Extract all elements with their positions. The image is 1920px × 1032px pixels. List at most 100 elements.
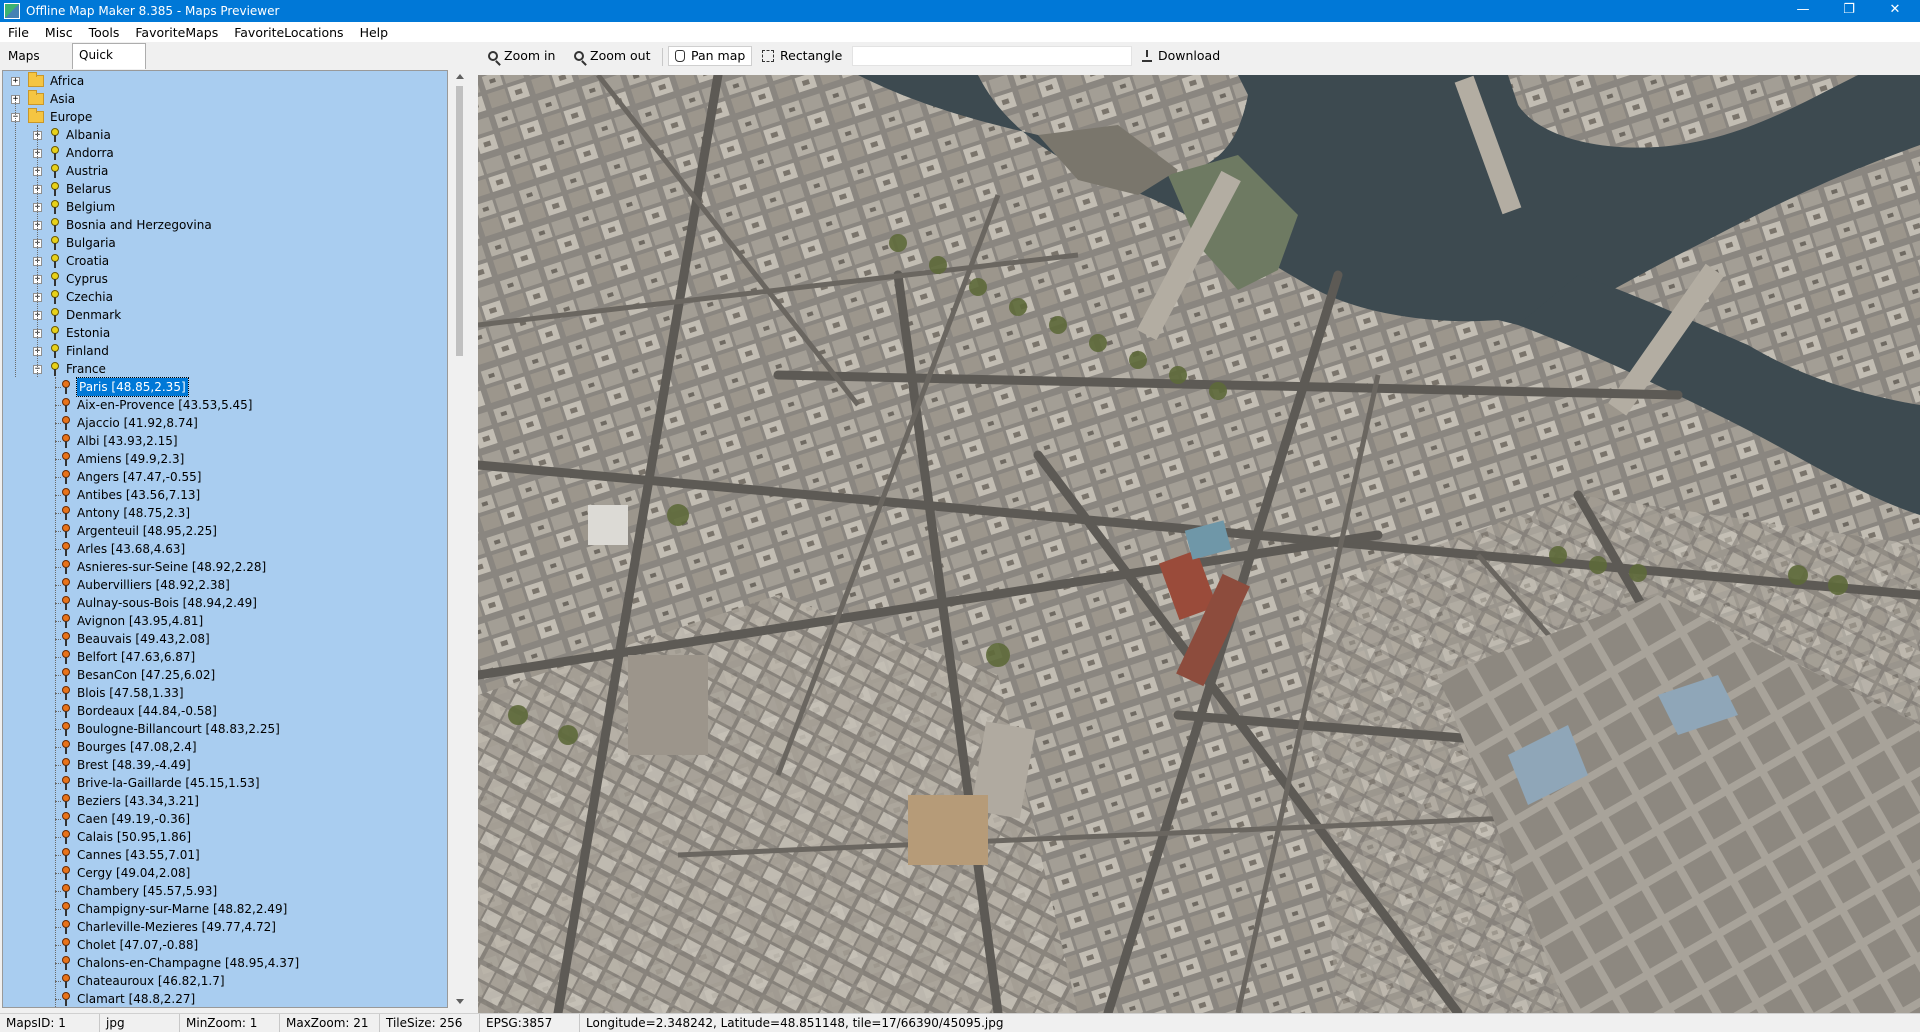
- tree-row[interactable]: + Andorra: [33, 144, 114, 162]
- panel-splitter[interactable]: [470, 43, 478, 1013]
- tree-row[interactable]: Arles [43.68,4.63]: [61, 540, 185, 558]
- tree-row[interactable]: Avignon [43.95,4.81]: [61, 612, 203, 630]
- tree-item-label: Champigny-sur-Marne [48.82,2.49]: [77, 902, 288, 916]
- scroll-up-arrow-icon[interactable]: [456, 74, 464, 79]
- tree-row[interactable]: Blois [47.58,1.33]: [61, 684, 184, 702]
- tree-row[interactable]: Paris [48.85,2.35]: [61, 377, 189, 397]
- tree-item-label: Aulnay-sous-Bois [48.94,2.49]: [77, 596, 257, 610]
- tree-row[interactable]: Beauvais [49.43,2.08]: [61, 630, 210, 648]
- location-pin-icon: [61, 704, 71, 718]
- download-button[interactable]: Download: [1142, 46, 1220, 66]
- location-pin-icon: [61, 506, 71, 520]
- tree-expander-icon[interactable]: +: [11, 76, 20, 86]
- tree-item-label: Albi [43.93,2.15]: [77, 434, 178, 448]
- menu-favorite-locations[interactable]: FavoriteLocations: [226, 25, 351, 40]
- tree-row[interactable]: + Bulgaria: [33, 234, 116, 252]
- tree-row[interactable]: Chambery [45.57,5.93]: [61, 882, 217, 900]
- tree-row[interactable]: Antibes [43.56,7.13]: [61, 486, 200, 504]
- location-pin-icon: [50, 308, 60, 322]
- rectangle-button[interactable]: Rectangle: [762, 46, 842, 66]
- tree-row[interactable]: Champigny-sur-Marne [48.82,2.49]: [61, 900, 287, 918]
- tree-row[interactable]: + Estonia: [33, 324, 110, 342]
- tree-row[interactable]: + Belarus: [33, 180, 111, 198]
- tree-row[interactable]: Cergy [49.04,2.08]: [61, 864, 190, 882]
- tree-row[interactable]: + Czechia: [33, 288, 113, 306]
- tree-row[interactable]: Beziers [43.34,3.21]: [61, 792, 199, 810]
- tab-maps-tree[interactable]: Maps tree: [2, 45, 72, 85]
- tree-item-label: Clamart [48.8,2.27]: [77, 992, 196, 1006]
- tree-row[interactable]: Chalons-en-Champagne [48.95,4.37]: [61, 954, 299, 972]
- location-pin-icon: [61, 812, 71, 826]
- tree-row[interactable]: Argenteuil [48.95,2.25]: [61, 522, 217, 540]
- menu-favorite-maps[interactable]: FavoriteMaps: [127, 25, 226, 40]
- maximize-button[interactable]: ❐: [1826, 0, 1872, 22]
- tree-row[interactable]: Boulogne-Billancourt [48.83,2.25]: [61, 720, 280, 738]
- location-pin-icon: [61, 578, 71, 592]
- tree-row[interactable]: Albi [43.93,2.15]: [61, 432, 178, 450]
- tree-row[interactable]: − France: [33, 360, 106, 378]
- maps-tree-view[interactable]: + Africa + Asia − Europe + Albania + Andorra + Aust…: [2, 70, 448, 1008]
- scrollbar-thumb[interactable]: [456, 86, 463, 356]
- location-pin-icon: [61, 524, 71, 538]
- zoom-in-button[interactable]: Zoom in: [488, 46, 555, 66]
- tab-quick-goto[interactable]: Quick goto: [72, 43, 146, 84]
- tree-row[interactable]: + Cyprus: [33, 270, 108, 288]
- location-pin-icon: [61, 758, 71, 772]
- selected-tree-item[interactable]: Paris [48.85,2.35]: [76, 377, 189, 397]
- tree-row[interactable]: + Croatia: [33, 252, 109, 270]
- tree-row[interactable]: Aubervilliers [48.92,2.38]: [61, 576, 230, 594]
- location-pin-icon: [50, 362, 60, 376]
- location-pin-icon: [61, 632, 71, 646]
- satellite-map-image[interactable]: [478, 75, 1920, 1013]
- tree-row[interactable]: + Albania: [33, 126, 111, 144]
- scroll-down-arrow-icon[interactable]: [456, 999, 464, 1004]
- pan-map-button[interactable]: Pan map: [668, 46, 753, 66]
- tree-row[interactable]: + Austria: [33, 162, 108, 180]
- tree-row[interactable]: + Belgium: [33, 198, 115, 216]
- tree-row[interactable]: Ajaccio [41.92,8.74]: [61, 414, 198, 432]
- tree-guide-line: [37, 125, 38, 377]
- tree-row[interactable]: − Europe: [11, 108, 92, 126]
- tree-row[interactable]: Aulnay-sous-Bois [48.94,2.49]: [61, 594, 257, 612]
- tree-row[interactable]: Calais [50.95,1.86]: [61, 828, 191, 846]
- tree-row[interactable]: Antony [48.75,2.3]: [61, 504, 190, 522]
- satellite-map-view[interactable]: [478, 75, 1920, 1013]
- tree-row[interactable]: + Bosnia and Herzegovina: [33, 216, 212, 234]
- menu-misc[interactable]: Misc: [37, 25, 81, 40]
- tree-row[interactable]: Cholet [47.07,-0.88]: [61, 936, 198, 954]
- menu-tools[interactable]: Tools: [81, 25, 128, 40]
- tree-row[interactable]: Brest [48.39,-4.49]: [61, 756, 191, 774]
- tree-item-label: Africa: [50, 74, 85, 88]
- tree-row[interactable]: Angers [47.47,-0.55]: [61, 468, 201, 486]
- toolbar-text-field[interactable]: [852, 46, 1132, 66]
- tree-row[interactable]: BesanCon [47.25,6.02]: [61, 666, 215, 684]
- menu-help[interactable]: Help: [352, 25, 397, 40]
- tree-row[interactable]: + Finland: [33, 342, 109, 360]
- tree-row[interactable]: Bourges [47.08,2.4]: [61, 738, 197, 756]
- tree-row[interactable]: Asnieres-sur-Seine [48.92,2.28]: [61, 558, 266, 576]
- tree-row[interactable]: Cannes [43.55,7.01]: [61, 846, 200, 864]
- tree-row[interactable]: + Africa: [11, 72, 84, 90]
- tree-row[interactable]: Bordeaux [44.84,-0.58]: [61, 702, 217, 720]
- tree-row[interactable]: Brive-la-Gaillarde [45.15,1.53]: [61, 774, 260, 792]
- tree-row[interactable]: Clamart [48.8,2.27]: [61, 990, 196, 1007]
- menu-file[interactable]: File: [0, 25, 37, 40]
- tree-item-label: Cyprus: [66, 272, 108, 286]
- tree-row[interactable]: Belfort [47.63,6.87]: [61, 648, 195, 666]
- tree-item-label: Asnieres-sur-Seine [48.92,2.28]: [77, 560, 267, 574]
- tree-row[interactable]: Aix-en-Provence [43.53,5.45]: [61, 396, 252, 414]
- tree-row[interactable]: + Asia: [11, 90, 75, 108]
- rectangle-label: Rectangle: [780, 48, 843, 63]
- close-button[interactable]: ✕: [1872, 0, 1918, 22]
- tree-row[interactable]: + Denmark: [33, 306, 121, 324]
- tree-scrollbar[interactable]: [452, 70, 469, 1008]
- tree-row[interactable]: Charleville-Mezieres [49.77,4.72]: [61, 918, 276, 936]
- zoom-out-label: Zoom out: [590, 48, 651, 63]
- tree-row[interactable]: Chateauroux [46.82,1.7]: [61, 972, 225, 990]
- tree-row[interactable]: Caen [49.19,-0.36]: [61, 810, 190, 828]
- minimize-button[interactable]: —: [1780, 0, 1826, 22]
- zoom-out-button[interactable]: Zoom out: [574, 46, 650, 66]
- tree-item-label: Aix-en-Provence [43.53,5.45]: [77, 398, 253, 412]
- tree-row[interactable]: Amiens [49.9,2.3]: [61, 450, 184, 468]
- location-pin-icon: [50, 290, 60, 304]
